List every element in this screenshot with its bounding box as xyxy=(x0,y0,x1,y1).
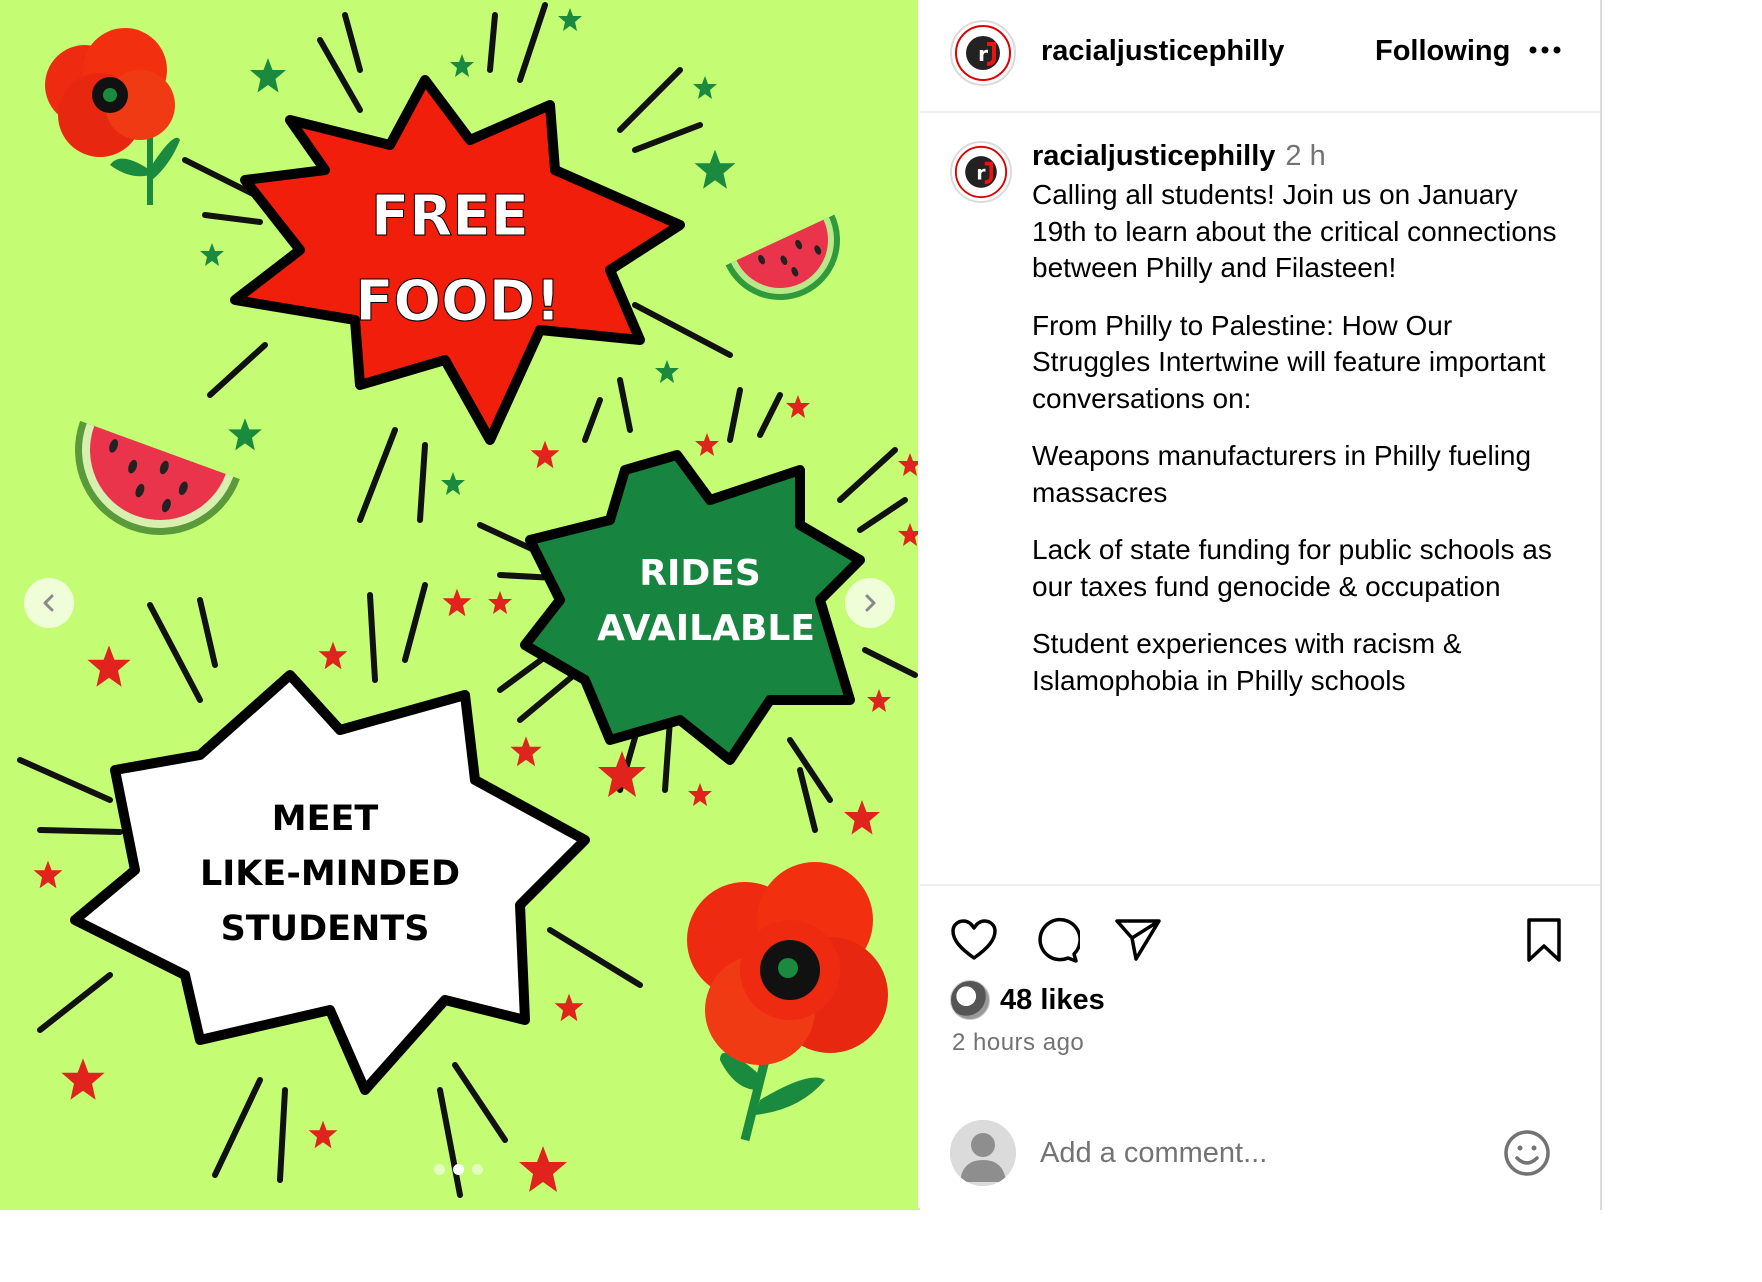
header-username[interactable]: racialjusticephilly xyxy=(1041,35,1284,68)
caption-header: racialjusticephilly 2 h xyxy=(1032,140,1326,173)
comment-input[interactable] xyxy=(1040,1130,1480,1176)
caption-paragraph: From Philly to Palestine: How Our Strugg… xyxy=(1032,309,1546,414)
carousel-dot-active[interactable] xyxy=(453,1164,464,1175)
chevron-left-icon xyxy=(43,594,54,612)
carousel-dot[interactable] xyxy=(434,1164,445,1175)
free-food-line2: FOOD! xyxy=(355,269,561,334)
meet-line2: LIKE-MINDED xyxy=(200,854,460,894)
caption-paragraph: Lack of state funding for public schools… xyxy=(1032,534,1552,602)
post-timestamp[interactable]: 2 hours ago xyxy=(952,1029,1084,1057)
caption-time[interactable]: 2 h xyxy=(1285,140,1325,172)
rides-line1: RIDES xyxy=(639,553,761,594)
meet-line3: STUDENTS xyxy=(221,909,430,949)
racial-justice-logo: r xyxy=(954,145,1008,199)
caption-text: Calling all students! Join us on January… xyxy=(1032,177,1572,720)
carousel-prev-button[interactable] xyxy=(24,578,74,628)
save-button[interactable] xyxy=(1518,914,1570,966)
post-actions: 48 likes 2 hours ago xyxy=(920,884,1600,1210)
post-side-panel: r racialjusticephilly Following r racial… xyxy=(920,0,1600,1210)
caption-paragraph: Calling all students! Join us on January… xyxy=(1032,179,1557,283)
racial-justice-logo: r xyxy=(955,25,1011,81)
post-media[interactable]: FREE FOOD! RIDES AVAILABLE MEET LIKE-MIN… xyxy=(0,0,918,1210)
smiley-icon xyxy=(1504,1130,1550,1176)
meet-line1: MEET xyxy=(272,799,379,839)
comment-icon xyxy=(1038,917,1080,963)
post-header: r racialjusticephilly Following xyxy=(920,0,1600,113)
liker-avatar[interactable] xyxy=(950,980,990,1020)
emoji-button[interactable] xyxy=(1500,1126,1554,1180)
caption-avatar[interactable]: r xyxy=(950,141,1012,203)
instagram-post: FREE FOOD! RIDES AVAILABLE MEET LIKE-MIN… xyxy=(0,0,1602,1210)
likes-count[interactable]: 48 likes xyxy=(1000,984,1105,1017)
profile-avatar[interactable]: r xyxy=(950,20,1016,86)
default-avatar-icon xyxy=(950,1120,1016,1186)
carousel-next-button[interactable] xyxy=(845,578,895,628)
rides-line2: AVAILABLE xyxy=(597,608,815,649)
more-icon xyxy=(1529,46,1561,54)
comment-button[interactable] xyxy=(1030,914,1082,966)
user-avatar xyxy=(950,1120,1016,1186)
caption-section: r racialjusticephilly 2 h Calling all stu… xyxy=(920,115,1600,882)
heart-icon xyxy=(951,919,997,960)
event-flyer-artwork: FREE FOOD! RIDES AVAILABLE MEET LIKE-MIN… xyxy=(0,0,918,1210)
bookmark-icon xyxy=(1527,918,1561,962)
caption-paragraph: Weapons manufacturers in Philly fueling … xyxy=(1032,440,1532,508)
carousel-dot[interactable] xyxy=(472,1164,483,1175)
following-button[interactable]: Following xyxy=(1375,35,1510,68)
chevron-right-icon xyxy=(865,594,876,612)
caption-username[interactable]: racialjusticephilly xyxy=(1032,140,1275,172)
send-icon xyxy=(1115,919,1161,961)
svg-text:r: r xyxy=(978,42,988,66)
add-comment-row xyxy=(920,1112,1600,1212)
share-button[interactable] xyxy=(1112,914,1164,966)
free-food-line1: FREE xyxy=(371,184,529,249)
caption-paragraph: Student experiences with racism & Islamo… xyxy=(1032,628,1462,696)
carousel-indicator xyxy=(434,1164,483,1175)
like-button[interactable] xyxy=(948,914,1000,966)
likes-row: 48 likes xyxy=(950,980,1105,1020)
more-options-button[interactable] xyxy=(1525,30,1565,70)
